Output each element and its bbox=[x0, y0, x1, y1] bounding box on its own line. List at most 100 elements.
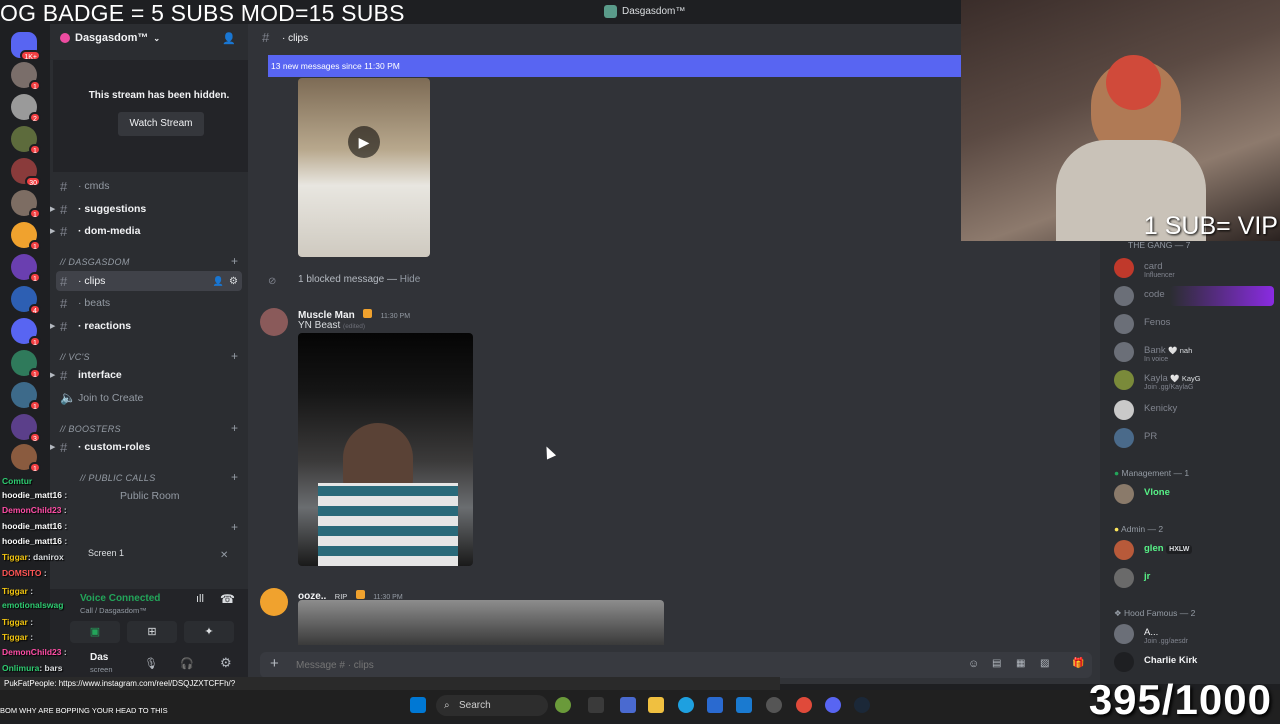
role-header: ● Management — 1 bbox=[1114, 468, 1190, 478]
server-icon[interactable]: 30 bbox=[11, 158, 41, 187]
category-boosters[interactable]: // Boosters bbox=[60, 424, 121, 434]
member-item[interactable]: glen HXLW bbox=[1114, 538, 1274, 564]
member-item[interactable]: Fenos bbox=[1114, 312, 1274, 338]
add-channel-icon[interactable]: + bbox=[231, 470, 238, 484]
avatar[interactable] bbox=[260, 308, 288, 336]
gear-icon[interactable]: ⚙ bbox=[229, 276, 238, 287]
emoji-icon[interactable]: ☺ bbox=[968, 658, 979, 670]
channel-suggestions[interactable]: ▶ # · suggestions bbox=[50, 199, 248, 219]
member-item[interactable]: Kayla 🤍 KayG Join .gg/KaylaG bbox=[1114, 368, 1274, 394]
server-name-button[interactable]: Dasgasdom™ ⌄ bbox=[60, 32, 160, 44]
app-icon[interactable] bbox=[555, 697, 571, 713]
channel-dom-media[interactable]: ▶ # · dom-media bbox=[50, 221, 248, 241]
voice-channel-label[interactable]: Call / Dasgasdom™ bbox=[80, 606, 147, 615]
member-item[interactable]: A... Join .gg/aesdr bbox=[1114, 622, 1274, 648]
screen-share-button[interactable]: ⊞ bbox=[127, 621, 177, 643]
add-channel-icon[interactable]: + bbox=[231, 254, 238, 268]
avatar bbox=[1114, 400, 1134, 420]
server-icon[interactable]: 1 bbox=[11, 254, 41, 283]
category-public-calls[interactable]: // PUBLIC CALLS bbox=[80, 473, 156, 483]
chrome-icon[interactable] bbox=[796, 697, 812, 713]
member-item[interactable]: card Influencer bbox=[1114, 256, 1274, 282]
hide-link[interactable]: Hide bbox=[400, 274, 421, 285]
task-view-icon[interactable] bbox=[588, 697, 604, 713]
role-header: THE GANG — 7 bbox=[1128, 240, 1191, 250]
channel-cmds[interactable]: # · cmds bbox=[50, 176, 248, 196]
home-button[interactable]: 1K+ bbox=[11, 32, 41, 61]
close-icon[interactable]: ✕ bbox=[220, 550, 228, 561]
server-icon[interactable]: 4 bbox=[11, 286, 41, 315]
member-item[interactable]: Charlie Kirk bbox=[1114, 650, 1274, 676]
windows-start-icon[interactable] bbox=[410, 697, 426, 713]
server-icon[interactable]: 3 bbox=[11, 414, 41, 443]
member-item[interactable]: Kenicky bbox=[1114, 398, 1274, 424]
server-icon[interactable]: 1 bbox=[11, 318, 41, 347]
gift-icon[interactable]: 🎁 bbox=[1072, 658, 1084, 669]
video-attachment[interactable]: ▶ bbox=[298, 78, 430, 257]
member-item[interactable]: jr bbox=[1114, 566, 1274, 592]
add-attachment-icon[interactable]: + bbox=[270, 655, 279, 672]
server-icon[interactable]: 1 bbox=[11, 350, 41, 379]
sticker-icon[interactable]: ▦ bbox=[1016, 658, 1025, 669]
member-item[interactable]: PR bbox=[1114, 426, 1274, 452]
headphones-icon[interactable]: 🎧 bbox=[180, 657, 194, 670]
channel-clips[interactable]: # · clips 👤 ⚙ bbox=[56, 271, 242, 291]
message-text: YN Beast (edited) bbox=[298, 320, 366, 331]
invite-icon[interactable]: 👤 bbox=[213, 276, 224, 287]
edge-icon[interactable] bbox=[678, 697, 694, 713]
video-attachment[interactable] bbox=[298, 333, 473, 566]
category-vcs[interactable]: // Vc's bbox=[60, 352, 90, 362]
voice-panel: Voice Connected Call / Dasgasdom™ ıll ☎ … bbox=[50, 589, 248, 679]
image-icon[interactable]: ▨ bbox=[1040, 658, 1049, 669]
steam-icon[interactable] bbox=[854, 697, 870, 713]
server-icon[interactable]: 1 bbox=[11, 444, 41, 473]
unread-pill-icon: ▶ bbox=[50, 444, 56, 451]
mail-icon[interactable] bbox=[736, 697, 752, 713]
channel-public-room[interactable]: Public Room bbox=[50, 486, 248, 506]
avatar bbox=[1114, 286, 1134, 306]
discord-icon[interactable] bbox=[825, 697, 841, 713]
gear-icon[interactable]: ⚙ bbox=[220, 655, 232, 671]
app-icon[interactable] bbox=[620, 697, 636, 713]
add-channel-icon[interactable]: + bbox=[231, 349, 238, 363]
member-item[interactable]: code bbox=[1114, 284, 1274, 310]
avatar[interactable] bbox=[260, 588, 288, 616]
activity-button[interactable]: ✦ bbox=[184, 621, 234, 643]
server-icon[interactable]: 2 bbox=[11, 94, 41, 123]
channel-join-to-create[interactable]: 🔈 Join to Create bbox=[50, 388, 248, 408]
invite-icon[interactable]: 👤 bbox=[222, 32, 236, 45]
camera-button[interactable]: ▣ bbox=[70, 621, 120, 643]
mic-icon[interactable]: 🎙 bbox=[144, 657, 158, 670]
server-icon[interactable]: 1 bbox=[11, 126, 41, 155]
play-icon[interactable]: ▶ bbox=[348, 126, 380, 158]
noise-suppression-icon[interactable]: ıll bbox=[196, 593, 204, 605]
video-attachment[interactable] bbox=[298, 600, 664, 645]
unread-pill-icon: ▶ bbox=[50, 323, 56, 330]
disconnect-icon[interactable]: ☎ bbox=[220, 592, 235, 606]
folder-icon[interactable] bbox=[648, 697, 664, 713]
add-channel-icon[interactable]: + bbox=[231, 421, 238, 435]
member-item[interactable]: Vlone bbox=[1114, 482, 1274, 508]
watch-stream-button[interactable]: Watch Stream bbox=[118, 112, 204, 136]
user-name[interactable]: Das bbox=[90, 652, 108, 663]
store-icon[interactable] bbox=[707, 697, 723, 713]
stream-ticker: PukFatPeople: https://www.instagram.com/… bbox=[0, 677, 780, 690]
new-messages-bar[interactable]: 13 new messages since 11:30 PM bbox=[268, 55, 962, 77]
channel-interface[interactable]: ▶ # interface bbox=[50, 365, 248, 385]
gif-icon[interactable]: ▤ bbox=[992, 658, 1001, 669]
add-channel-icon[interactable]: + bbox=[231, 520, 238, 534]
avatar bbox=[1114, 540, 1134, 560]
category-dasgasdom[interactable]: // DASGASDOM bbox=[60, 257, 130, 267]
server-icon[interactable]: 1 bbox=[11, 62, 41, 91]
channel-beats[interactable]: # · beats bbox=[50, 293, 248, 313]
channel-reactions[interactable]: ▶ # · reactions bbox=[50, 316, 248, 336]
server-icon[interactable]: 1 bbox=[11, 190, 41, 219]
taskbar-search[interactable]: ⌕ Search bbox=[436, 695, 548, 716]
server-icon[interactable]: 1 bbox=[11, 382, 41, 411]
hash-icon: # bbox=[60, 178, 68, 194]
message-input[interactable] bbox=[296, 658, 796, 672]
channel-custom-roles[interactable]: ▶ # · custom-roles bbox=[50, 437, 248, 457]
member-item[interactable]: Bank 🤍 nah In voice bbox=[1114, 340, 1274, 366]
app-icon[interactable] bbox=[766, 697, 782, 713]
server-icon[interactable]: 1 bbox=[11, 222, 41, 251]
